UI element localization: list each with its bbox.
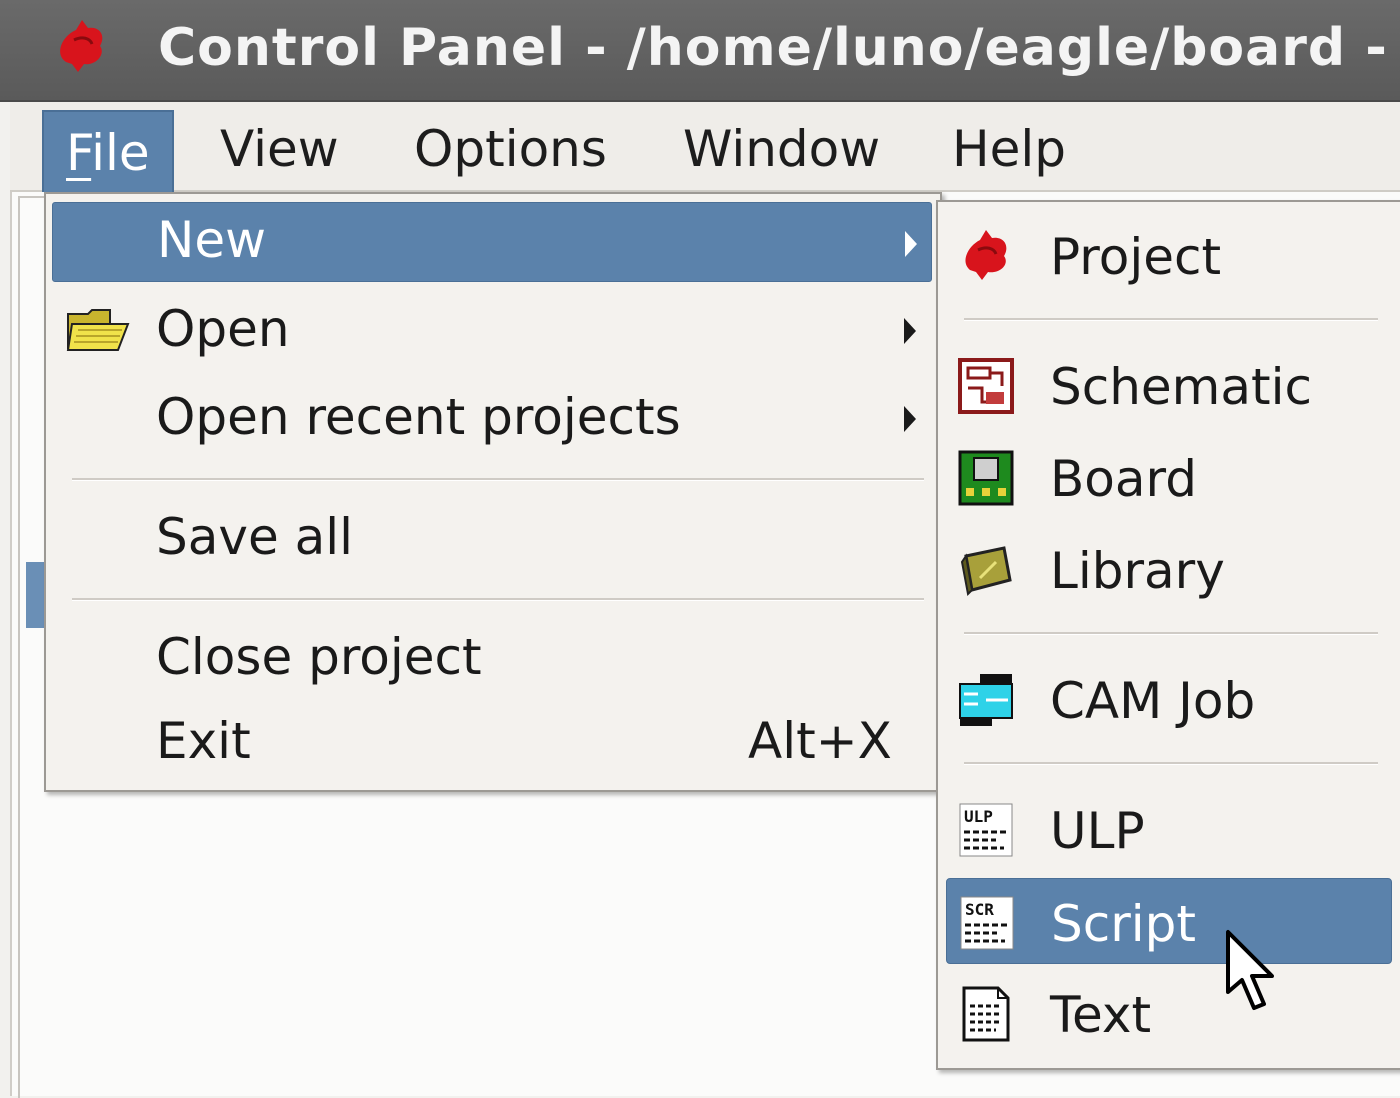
submenu-item-library[interactable]: Library xyxy=(946,526,1390,612)
menu-item-save-all-label: Save all xyxy=(156,508,354,566)
menu-view[interactable]: View xyxy=(220,120,339,178)
submenu-item-schematic-label: Schematic xyxy=(1050,358,1313,416)
submenu-item-project[interactable]: Project xyxy=(946,212,1390,298)
menu-separator xyxy=(964,762,1378,765)
menu-help[interactable]: Help xyxy=(952,120,1066,178)
submenu-item-ulp[interactable]: ULP ULP xyxy=(946,786,1390,872)
eagle-icon xyxy=(965,230,1007,280)
submenu-arrow-icon xyxy=(904,406,916,432)
menu-item-open-recent-projects[interactable]: Open recent projects xyxy=(52,378,930,458)
submenu-item-script-label: Script xyxy=(1051,895,1197,953)
schematic-icon xyxy=(958,358,1014,414)
title-bar[interactable]: Control Panel - /home/luno/eagle/board - xyxy=(0,0,1400,102)
menu-separator xyxy=(964,318,1378,321)
file-menu: New Open Open recent projects Save all C… xyxy=(44,192,942,792)
submenu-item-cam-job-label: CAM Job xyxy=(1050,672,1256,730)
submenu-arrow-icon xyxy=(904,318,916,344)
ulp-icon: ULP xyxy=(959,803,1013,857)
menu-item-exit[interactable]: Exit Alt+X xyxy=(52,702,930,782)
submenu-item-ulp-label: ULP xyxy=(1050,802,1145,860)
submenu-item-library-label: Library xyxy=(1050,542,1225,600)
menu-item-open[interactable]: Open xyxy=(52,290,930,370)
submenu-item-board[interactable]: Board xyxy=(946,434,1390,520)
menu-item-new[interactable]: New xyxy=(52,202,932,282)
library-icon xyxy=(960,546,1012,597)
menu-options[interactable]: Options xyxy=(414,120,607,178)
menu-item-open-recent-label: Open recent projects xyxy=(156,388,681,446)
window-title: Control Panel - /home/luno/eagle/board - xyxy=(158,18,1388,78)
menu-file[interactable]: File xyxy=(42,110,174,196)
submenu-arrow-icon xyxy=(905,231,917,257)
menu-window[interactable]: Window xyxy=(683,120,880,178)
script-icon: SCR xyxy=(960,896,1014,950)
svg-text:ULP: ULP xyxy=(964,807,993,826)
menu-item-open-label: Open xyxy=(156,300,290,358)
menu-separator xyxy=(72,598,924,601)
text-file-icon xyxy=(962,986,1010,1042)
svg-text:SCR: SCR xyxy=(965,900,994,919)
submenu-item-board-label: Board xyxy=(1050,450,1197,508)
menu-item-close-project[interactable]: Close project xyxy=(52,618,930,698)
submenu-item-cam-job[interactable]: CAM Job xyxy=(946,656,1390,742)
menu-separator xyxy=(72,478,924,481)
menu-file-label: ile xyxy=(91,124,150,182)
menu-bar: File View Options Window Help xyxy=(10,102,1400,196)
menu-item-close-project-label: Close project xyxy=(156,628,482,686)
board-icon xyxy=(958,450,1014,506)
submenu-item-project-label: Project xyxy=(1050,228,1222,286)
cam-job-icon xyxy=(959,674,1013,726)
folder-icon xyxy=(66,309,130,351)
menu-separator xyxy=(964,632,1378,635)
menu-file-mnemonic: F xyxy=(66,124,92,182)
submenu-item-schematic[interactable]: Schematic xyxy=(946,342,1390,428)
new-submenu: Project Schematic Board Library CAM Job … xyxy=(936,200,1400,1070)
submenu-item-text-label: Text xyxy=(1050,986,1152,1044)
submenu-item-text[interactable]: Text xyxy=(946,970,1390,1056)
submenu-item-script[interactable]: SCR Script xyxy=(946,878,1392,964)
menu-item-new-label: New xyxy=(157,211,267,269)
menu-item-save-all[interactable]: Save all xyxy=(52,498,930,578)
menu-item-exit-label: Exit xyxy=(156,712,251,770)
mouse-cursor-icon xyxy=(1226,930,1274,1010)
eagle-icon xyxy=(60,20,103,72)
exit-shortcut: Alt+X xyxy=(748,712,892,770)
